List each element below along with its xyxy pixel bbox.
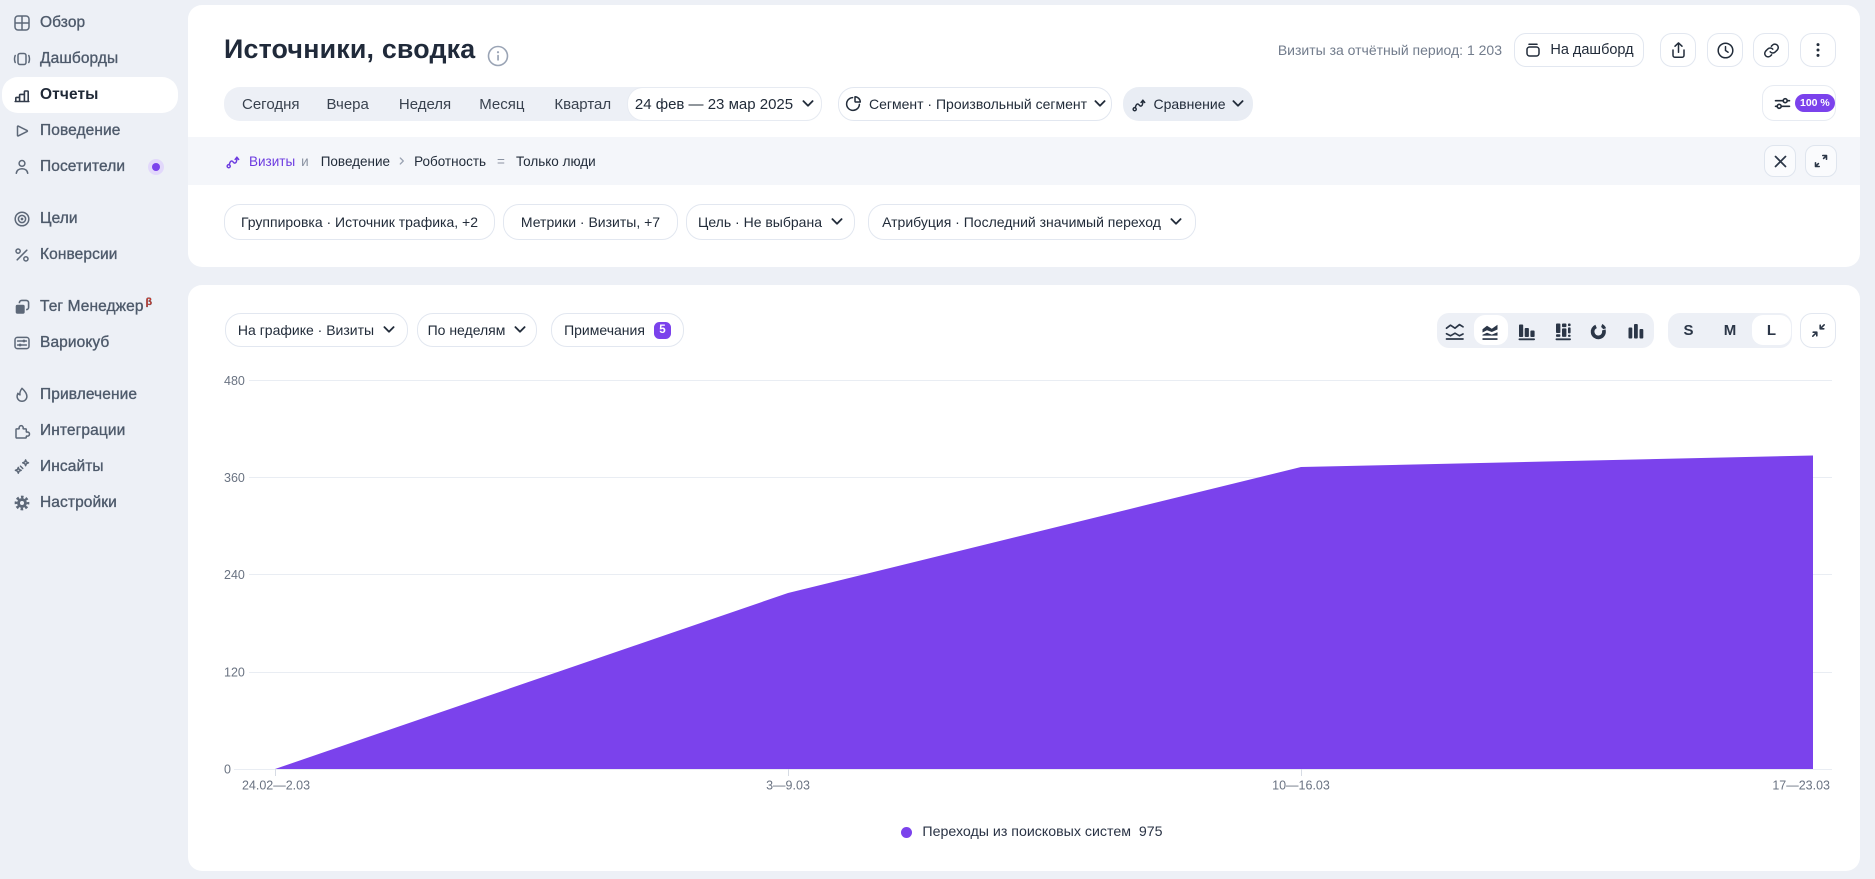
svg-text:240: 240: [224, 568, 245, 582]
svg-text:360: 360: [224, 471, 245, 485]
svg-text:24.02—2.03: 24.02—2.03: [242, 779, 310, 793]
svg-text:10—16.03: 10—16.03: [1272, 779, 1330, 793]
svg-text:120: 120: [224, 666, 245, 680]
svg-text:17—23.03: 17—23.03: [1772, 779, 1830, 793]
svg-text:3—9.03: 3—9.03: [766, 779, 810, 793]
svg-text:480: 480: [224, 374, 245, 388]
svg-text:0: 0: [224, 763, 231, 777]
